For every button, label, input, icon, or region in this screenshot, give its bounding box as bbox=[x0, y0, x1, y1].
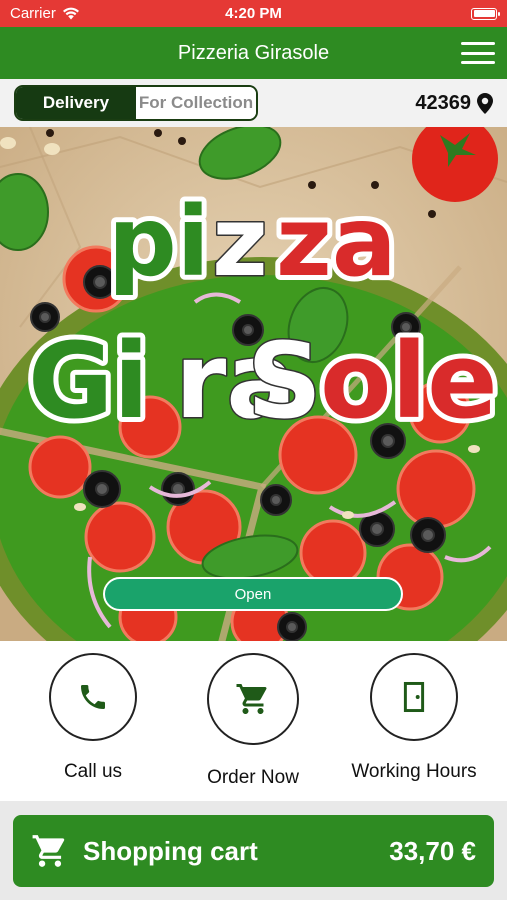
call-us-button[interactable]: Call us bbox=[23, 653, 163, 783]
working-hours-circle bbox=[370, 653, 458, 741]
delivery-tab[interactable]: Delivery bbox=[16, 87, 136, 119]
navigation-bar: Pizzeria Girasole bbox=[0, 27, 507, 79]
quick-actions: Call us Order Now Working Hours bbox=[0, 641, 507, 801]
order-mode-row: Delivery For Collection 42369 bbox=[0, 79, 507, 127]
logo-text-gi: Gi bbox=[28, 320, 149, 442]
logo-text-za: za bbox=[276, 186, 397, 298]
battery-icon bbox=[471, 7, 500, 20]
call-us-circle bbox=[49, 653, 137, 741]
cart-total: 33,70 € bbox=[389, 835, 476, 866]
page-title: Pizzeria Girasole bbox=[177, 41, 330, 64]
status-left: Carrier bbox=[10, 5, 80, 22]
shopping-cart-button[interactable]: Shopping cart 33,70 € bbox=[13, 815, 494, 887]
cart-icon bbox=[236, 684, 267, 714]
order-now-circle bbox=[207, 653, 299, 745]
status-bar: Carrier 4:20 PM bbox=[0, 0, 507, 27]
hero-banner: pi z za Gi ra S ole bbox=[0, 127, 507, 641]
order-mode-toggle: Delivery For Collection bbox=[14, 85, 258, 121]
order-now-label: Order Now bbox=[207, 767, 299, 788]
working-hours-label: Working Hours bbox=[351, 761, 477, 782]
open-status-button[interactable]: Open bbox=[103, 577, 403, 611]
cart-area: Shopping cart 33,70 € bbox=[0, 801, 507, 900]
zip-code: 42369 bbox=[415, 91, 471, 114]
cart-icon bbox=[32, 835, 65, 867]
pizza-image: pi z za Gi ra S ole bbox=[0, 127, 507, 641]
wifi-icon bbox=[62, 7, 79, 20]
location-pin-icon bbox=[477, 92, 493, 114]
working-hours-button[interactable]: Working Hours bbox=[344, 653, 484, 783]
logo-text-z: z bbox=[212, 186, 268, 298]
order-now-button[interactable]: Order Now bbox=[183, 653, 323, 789]
menu-button[interactable] bbox=[461, 39, 495, 67]
logo-text-pi: pi bbox=[108, 186, 210, 298]
carrier-label: Carrier bbox=[10, 5, 56, 22]
shopping-cart-label: Shopping cart bbox=[83, 835, 258, 866]
logo-text-ole: ole bbox=[320, 320, 498, 442]
logo-text-s: S bbox=[247, 320, 322, 442]
hamburger-icon-line bbox=[461, 42, 495, 45]
hamburger-icon-line bbox=[461, 61, 495, 64]
door-icon bbox=[403, 681, 425, 713]
hamburger-icon-line bbox=[461, 51, 495, 55]
collection-tab[interactable]: For Collection bbox=[136, 87, 256, 119]
phone-icon bbox=[81, 685, 105, 709]
zip-location-button[interactable]: 42369 bbox=[415, 92, 493, 115]
call-us-label: Call us bbox=[63, 761, 123, 782]
